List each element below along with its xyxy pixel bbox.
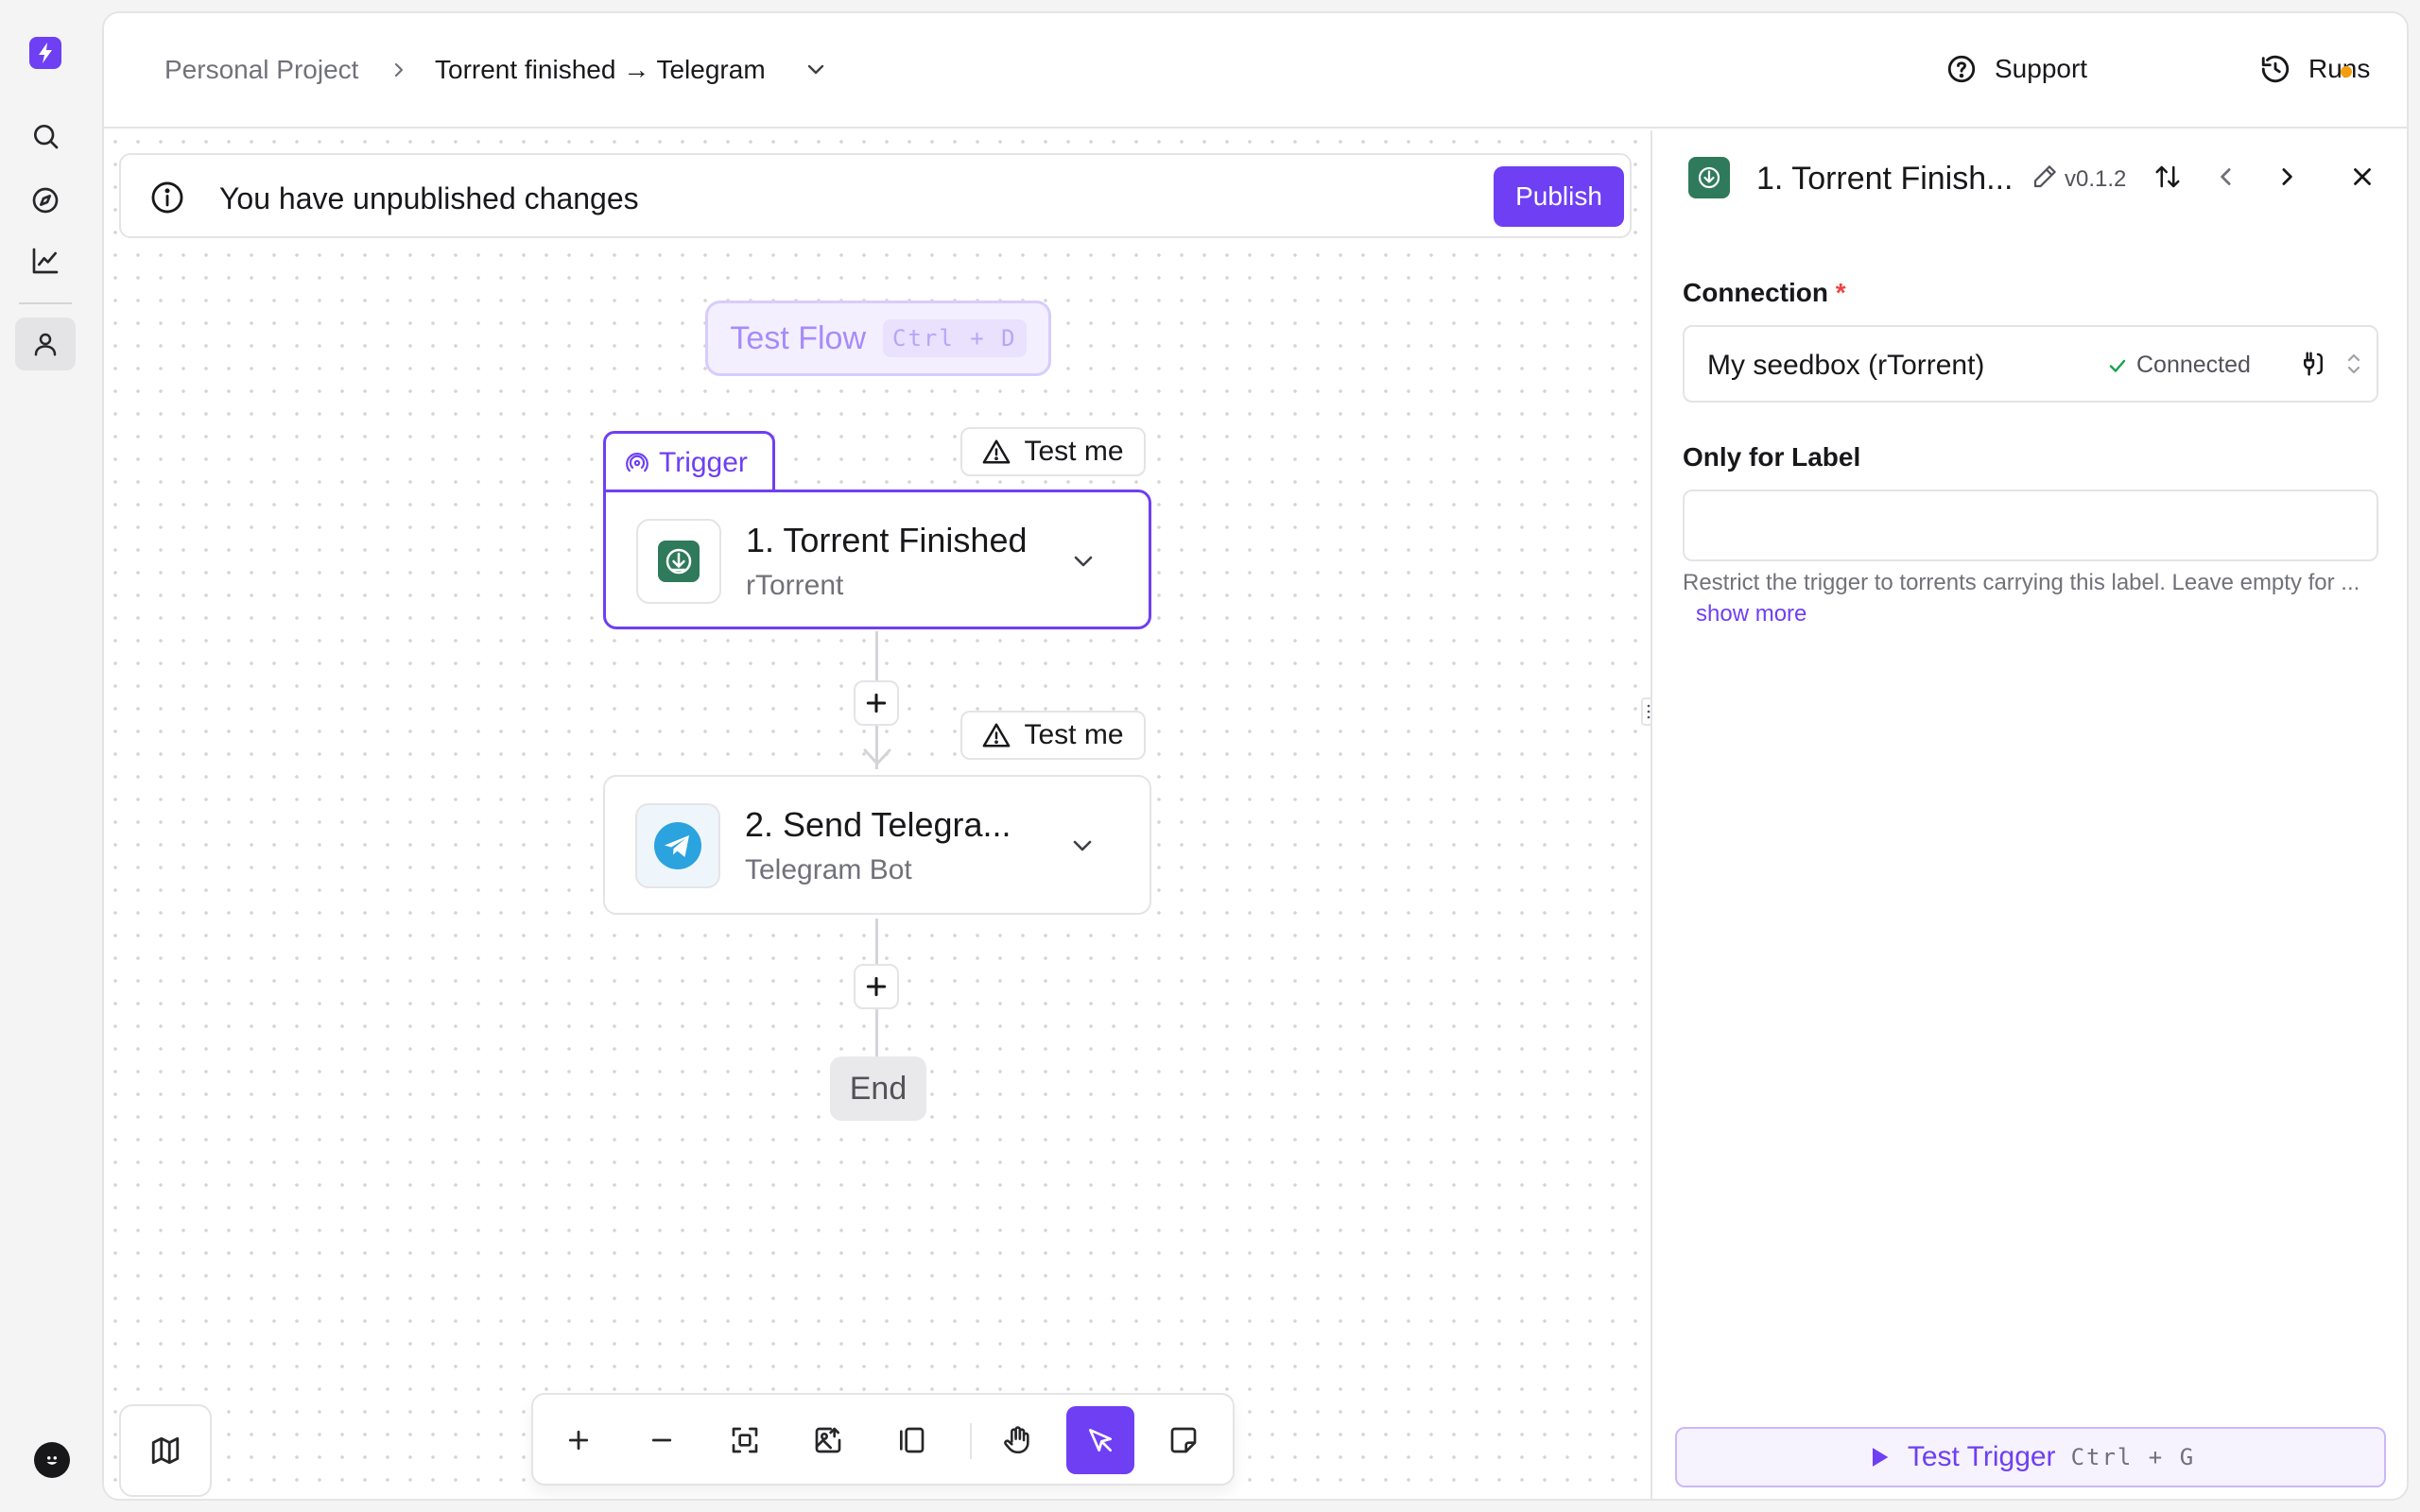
connection-value: My seedbox (rTorrent) xyxy=(1707,350,1985,381)
publish-button[interactable]: Publish xyxy=(1494,166,1624,227)
rtorrent-icon xyxy=(636,519,721,604)
chevron-down-icon[interactable] xyxy=(1069,547,1098,576)
chart-icon[interactable] xyxy=(15,234,76,287)
note-icon[interactable] xyxy=(1150,1406,1218,1474)
breadcrumb-flow-name[interactable]: Torrent finished → Telegram xyxy=(435,55,766,85)
chevron-down-icon[interactable] xyxy=(1068,832,1097,860)
step-card-torrent-finished[interactable]: 1. Torrent Finished rTorrent xyxy=(603,490,1151,629)
top-bar: Personal Project Torrent finished → Tele… xyxy=(104,13,2407,129)
trigger-tab-label: Trigger xyxy=(659,446,748,478)
connection-status: Connected xyxy=(2106,352,2251,379)
test-me-label: Test me xyxy=(1024,719,1124,750)
history-icon xyxy=(2259,53,2291,85)
telegram-icon xyxy=(635,803,720,888)
test-flow-label: Test Flow xyxy=(730,319,866,356)
status-dot xyxy=(2341,66,2352,77)
compass-icon[interactable] xyxy=(15,174,76,227)
layout-icon[interactable] xyxy=(877,1406,945,1474)
logo-bolt-icon[interactable] xyxy=(29,37,61,69)
chevron-up-down-icon[interactable] xyxy=(2342,350,2365,378)
warning-icon xyxy=(982,438,1011,465)
label-field-label: Only for Label xyxy=(1683,442,1861,472)
step-card-send-telegram[interactable]: 2. Send Telegra... Telegram Bot xyxy=(603,775,1151,915)
export-image-icon[interactable] xyxy=(794,1406,862,1474)
runs-label: Runs xyxy=(2308,54,2371,83)
unpublished-banner: You have unpublished changes Publish xyxy=(119,153,1632,238)
user-icon[interactable] xyxy=(15,318,76,370)
pointer-icon[interactable] xyxy=(1066,1406,1134,1474)
step-title: 1. Torrent Finished xyxy=(746,521,1028,559)
support-label: Support xyxy=(1995,54,2088,83)
chevron-right-icon[interactable] xyxy=(2273,163,2301,191)
test-me-button[interactable]: Test me xyxy=(960,711,1146,760)
breadcrumb-project[interactable]: Personal Project xyxy=(164,55,358,85)
add-step-button[interactable] xyxy=(854,680,899,726)
zoom-in-icon[interactable] xyxy=(544,1406,613,1474)
chevron-right-icon xyxy=(389,59,408,81)
panel-title: 1. Torrent Finish... xyxy=(1756,161,2014,197)
close-icon[interactable] xyxy=(2348,163,2377,191)
connection-select[interactable]: My seedbox (rTorrent) Connected xyxy=(1683,325,2378,403)
banner-message: You have unpublished changes xyxy=(219,181,639,215)
label-input[interactable] xyxy=(1683,490,2378,561)
required-mark: * xyxy=(1835,278,1846,307)
test-flow-shortcut: Ctrl + D xyxy=(883,319,1027,357)
play-icon xyxy=(1866,1444,1893,1470)
toolbar-divider xyxy=(970,1423,972,1459)
step-title: 2. Send Telegra... xyxy=(745,805,1011,844)
search-icon[interactable] xyxy=(15,110,76,163)
arrow-down-icon xyxy=(863,748,891,765)
step-settings-panel: 1. Torrent Finish... v0.1.2 Connection *… xyxy=(1651,130,2407,1499)
warning-icon xyxy=(982,722,1011,748)
zoom-out-icon[interactable] xyxy=(628,1406,696,1474)
rtorrent-icon xyxy=(1688,157,1730,198)
test-me-label: Test me xyxy=(1024,436,1124,467)
version-badge: v0.1.2 xyxy=(2065,166,2127,192)
test-trigger-label: Test Trigger xyxy=(1907,1441,2056,1472)
flow-canvas[interactable]: You have unpublished changes Publish Tes… xyxy=(104,130,1651,1499)
trigger-icon xyxy=(625,451,649,475)
add-step-button[interactable] xyxy=(854,964,899,1009)
test-me-button[interactable]: Test me xyxy=(960,427,1146,476)
rail-divider xyxy=(19,302,72,304)
pencil-icon[interactable] xyxy=(2031,163,2059,191)
chevron-left-icon[interactable] xyxy=(2212,163,2240,191)
info-icon xyxy=(149,180,185,215)
connection-field-label: Connection * xyxy=(1683,278,1846,307)
test-flow-button[interactable]: Test Flow Ctrl + D xyxy=(705,301,1051,376)
swap-icon[interactable] xyxy=(2153,163,2182,191)
fit-view-icon[interactable] xyxy=(711,1406,779,1474)
hand-icon[interactable] xyxy=(983,1406,1051,1474)
left-rail xyxy=(0,0,91,1512)
map-icon[interactable] xyxy=(119,1404,212,1497)
label-help-text: Restrict the trigger to torrents carryin… xyxy=(1683,570,2360,627)
main-frame: Personal Project Torrent finished → Tele… xyxy=(102,11,2409,1501)
show-more-link[interactable]: show more xyxy=(1696,601,1806,627)
edit-connection-icon[interactable] xyxy=(2299,350,2327,378)
test-trigger-shortcut: Ctrl + G xyxy=(2070,1444,2196,1470)
test-trigger-button[interactable]: Test Trigger Ctrl + G xyxy=(1675,1427,2386,1487)
runs-button[interactable]: Runs xyxy=(2248,42,2381,96)
check-icon xyxy=(2106,354,2129,377)
end-node: End xyxy=(830,1057,926,1121)
avatar[interactable] xyxy=(34,1442,70,1478)
help-circle-icon xyxy=(1945,53,1978,85)
step-subtitle: Telegram Bot xyxy=(745,854,912,885)
canvas-toolbar xyxy=(531,1393,1235,1486)
support-button[interactable]: Support xyxy=(1934,42,2099,96)
chevron-down-icon[interactable] xyxy=(804,60,828,79)
step-subtitle: rTorrent xyxy=(746,570,844,601)
trigger-tab: Trigger xyxy=(603,431,775,491)
